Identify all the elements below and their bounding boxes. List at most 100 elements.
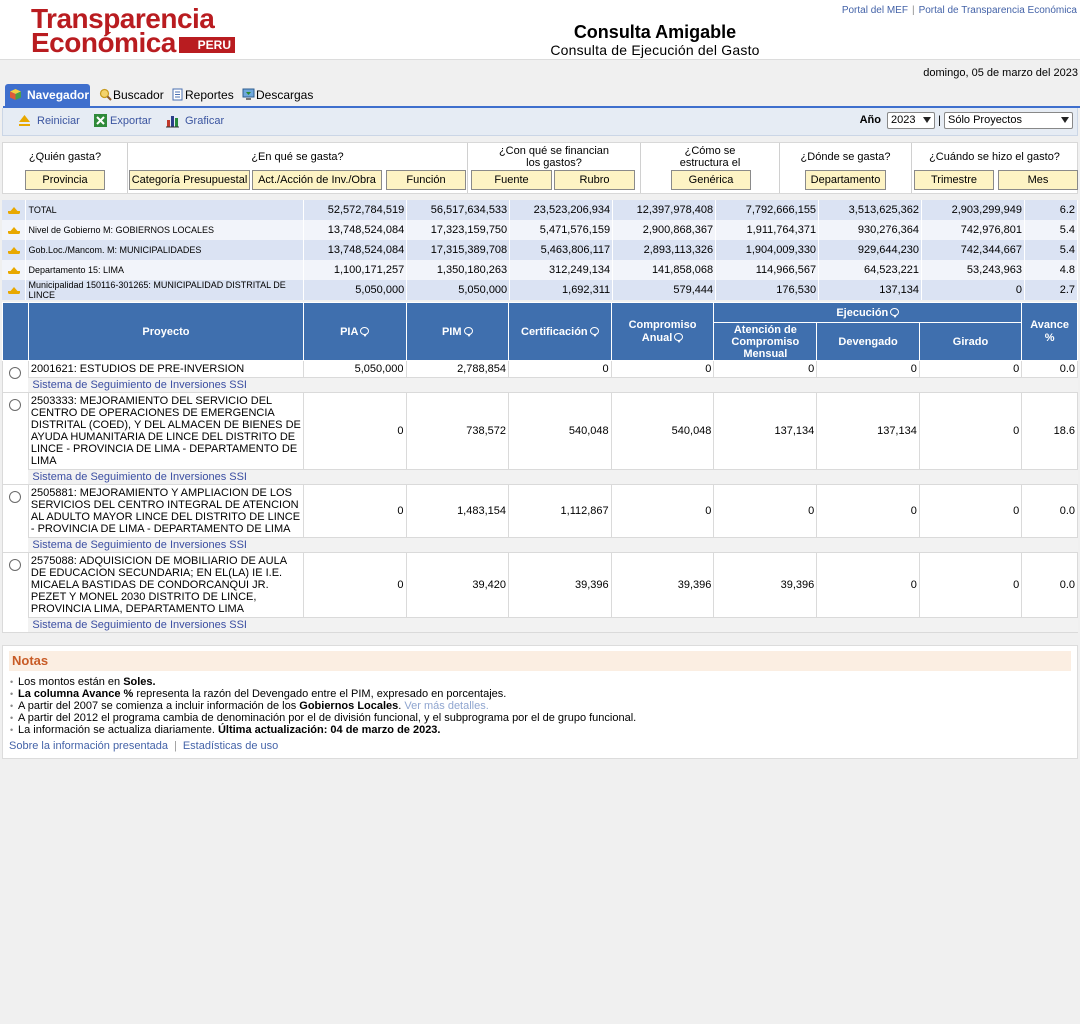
project-row[interactable]: 2575088: ADQUISICION DE MOBILIARIO DE AU… bbox=[2, 552, 1078, 633]
header-compromiso[interactable]: Compromiso Anual bbox=[610, 302, 715, 361]
question-who: ¿Quién gasta? bbox=[28, 151, 102, 163]
rubro-button[interactable]: Rubro bbox=[554, 170, 635, 190]
group-financing: ¿Con qué se financian los gastos? Fuente… bbox=[468, 143, 641, 193]
project-radio-cell[interactable] bbox=[2, 484, 29, 553]
trimestre-button[interactable]: Trimestre bbox=[914, 170, 994, 190]
reset-button[interactable]: Reiniciar bbox=[19, 115, 80, 127]
summary-row[interactable]: Municipalidad 150116-301265: MUNICIPALID… bbox=[2, 280, 1079, 300]
usage-stats-link[interactable]: Estadísticas de uso bbox=[183, 740, 278, 752]
summary-row[interactable]: TOTAL 52,572,784,519 56,517,634,533 23,523,… bbox=[2, 200, 1079, 220]
header-pim[interactable]: PIM bbox=[405, 302, 510, 361]
header-label: PIA bbox=[340, 325, 359, 338]
header-label: Avance % bbox=[1030, 318, 1069, 344]
collapse-icon[interactable] bbox=[2, 260, 27, 280]
summary-aten: 7,792,666,155 bbox=[715, 200, 820, 220]
header-pia[interactable]: PIA bbox=[303, 302, 407, 361]
header-avance[interactable]: Avance % bbox=[1021, 302, 1078, 361]
info-icon[interactable] bbox=[360, 326, 370, 337]
summary-cert: 23,523,206,934 bbox=[509, 200, 614, 220]
summary-label: Departamento 15: LIMA bbox=[25, 260, 305, 280]
ssi-link[interactable]: Sistema de Seguimiento de Inversiones SS… bbox=[32, 379, 247, 391]
categoria-button[interactable]: Categoría Presupuestal bbox=[129, 170, 250, 190]
header-atencion[interactable]: Atención de Compromiso Mensual bbox=[713, 322, 818, 361]
tab-buscador[interactable]: Buscador bbox=[95, 84, 164, 106]
summary-comp: 2,893,113,326 bbox=[612, 240, 717, 260]
info-icon[interactable] bbox=[463, 326, 473, 337]
project-row[interactable]: 2001621: ESTUDIOS DE PRE-INVERSION 5,050,… bbox=[2, 360, 1078, 393]
tab-descargas[interactable]: Descargas bbox=[238, 84, 313, 106]
ver-mas-link[interactable]: Ver más detalles. bbox=[404, 700, 488, 712]
funcion-button[interactable]: Función bbox=[386, 170, 466, 190]
ssi-row: Sistema de Seguimiento de Inversiones SS… bbox=[3, 617, 1078, 633]
mode-value: Sólo Proyectos bbox=[948, 114, 1022, 126]
collapse-arrow-icon bbox=[7, 244, 20, 254]
transparencia-logo[interactable]: Transparencia Económica PERU bbox=[31, 3, 246, 58]
collapse-icon[interactable] bbox=[2, 280, 27, 300]
header-girado[interactable]: Girado bbox=[918, 322, 1023, 361]
ssi-link[interactable]: Sistema de Seguimiento de Inversiones SS… bbox=[32, 471, 247, 483]
chevron-down-icon bbox=[923, 117, 932, 123]
header-ejecucion[interactable]: Ejecución bbox=[713, 302, 1023, 323]
project-row[interactable]: 2505881: MEJORAMIENTO Y AMPLIACION DE LO… bbox=[2, 484, 1078, 553]
info-icon[interactable] bbox=[674, 332, 684, 343]
header-proyecto[interactable]: Proyecto bbox=[27, 302, 305, 361]
project-radio[interactable] bbox=[9, 367, 22, 379]
project-gir: 0 bbox=[918, 484, 1023, 538]
project-radio-cell[interactable] bbox=[2, 392, 29, 485]
about-info-link[interactable]: Sobre la información presentada bbox=[9, 740, 168, 752]
mode-select[interactable]: Sólo Proyectos bbox=[944, 112, 1073, 129]
summary-pia: 5,050,000 bbox=[303, 280, 408, 300]
summary-row[interactable]: Departamento 15: LIMA 1,100,171,257 1,350,… bbox=[2, 260, 1079, 280]
info-icon[interactable] bbox=[890, 307, 900, 318]
provincia-button[interactable]: Provincia bbox=[25, 170, 105, 190]
export-button[interactable]: Exportar bbox=[94, 114, 152, 127]
generica-button[interactable]: Genérica bbox=[671, 170, 751, 190]
header-certificacion[interactable]: Certificación bbox=[508, 302, 612, 361]
summary-pia: 52,572,784,519 bbox=[303, 200, 408, 220]
ssi-link[interactable]: Sistema de Seguimiento de Inversiones SS… bbox=[32, 619, 247, 631]
header-label: Compromiso Anual bbox=[628, 318, 697, 344]
collapse-icon[interactable] bbox=[2, 240, 27, 260]
summary-row[interactable]: Gob.Loc./Mancom. M: MUNICIPALIDADES 13,74… bbox=[2, 240, 1079, 260]
link-portal-mef[interactable]: Portal del MEF bbox=[842, 5, 908, 16]
report-icon bbox=[172, 88, 183, 101]
year-select[interactable]: 2023 bbox=[887, 112, 936, 129]
group-structure: ¿Cómo se estructura el gasto? Genérica bbox=[641, 143, 780, 193]
departamento-button[interactable]: Departamento bbox=[805, 170, 886, 190]
header-devengado[interactable]: Devengado bbox=[816, 322, 920, 361]
projects-table: Proyecto PIA PIM Certificación Compromis… bbox=[2, 302, 1078, 633]
tab-reportes[interactable]: Reportes bbox=[167, 84, 234, 106]
chart-button[interactable]: Graficar bbox=[166, 115, 225, 128]
summary-gir: 53,243,963 bbox=[921, 260, 1025, 280]
summary-comp: 141,858,068 bbox=[612, 260, 717, 280]
collapse-icon[interactable] bbox=[2, 220, 27, 240]
info-icon[interactable] bbox=[589, 326, 599, 337]
note-strong: Última actualización: 04 de marzo de 202… bbox=[217, 724, 441, 736]
mes-button[interactable]: Mes bbox=[998, 170, 1078, 190]
page-title: Consulta Amigable bbox=[573, 22, 737, 42]
project-radio[interactable] bbox=[9, 491, 22, 503]
project-gir: 0 bbox=[918, 392, 1023, 470]
note-item: La columna Avance % representa la razón … bbox=[9, 688, 1071, 700]
link-portal-transparencia[interactable]: Portal de Transparencia Económica bbox=[919, 5, 1077, 16]
note-item: Los montos están en Soles. bbox=[9, 676, 1071, 688]
summary-av: 6.2 bbox=[1024, 200, 1079, 220]
ssi-link[interactable]: Sistema de Seguimiento de Inversiones SS… bbox=[32, 539, 247, 551]
collapse-icon[interactable] bbox=[2, 200, 27, 220]
page-title-block: Consulta Amigable Consulta de Ejecución … bbox=[520, 22, 790, 58]
actividad-button[interactable]: Act./Acción de Inv./Obra bbox=[252, 170, 382, 190]
note-text: A partir del 2007 se comienza a incluir … bbox=[18, 700, 300, 712]
project-row[interactable]: 2503333: MEJORAMIENTO DEL SERVICIO DEL C… bbox=[2, 392, 1078, 485]
tab-navegador[interactable]: Navegador bbox=[5, 84, 90, 106]
fuente-button[interactable]: Fuente bbox=[471, 170, 552, 190]
summary-row[interactable]: Nivel de Gobierno M: GOBIERNOS LOCALES 13… bbox=[2, 220, 1079, 240]
chart-label: Graficar bbox=[185, 115, 225, 127]
project-radio-cell[interactable] bbox=[2, 360, 29, 393]
toolbar-separator: | bbox=[938, 114, 941, 127]
project-radio[interactable] bbox=[9, 399, 22, 411]
current-date: domingo, 05 de marzo del 2023 bbox=[923, 67, 1078, 79]
project-radio-cell[interactable] bbox=[2, 552, 29, 633]
project-radio[interactable] bbox=[9, 559, 22, 571]
notes-footer: Sobre la información presentada | Estadíst… bbox=[9, 740, 1071, 752]
project-comp: 0 bbox=[610, 360, 715, 378]
